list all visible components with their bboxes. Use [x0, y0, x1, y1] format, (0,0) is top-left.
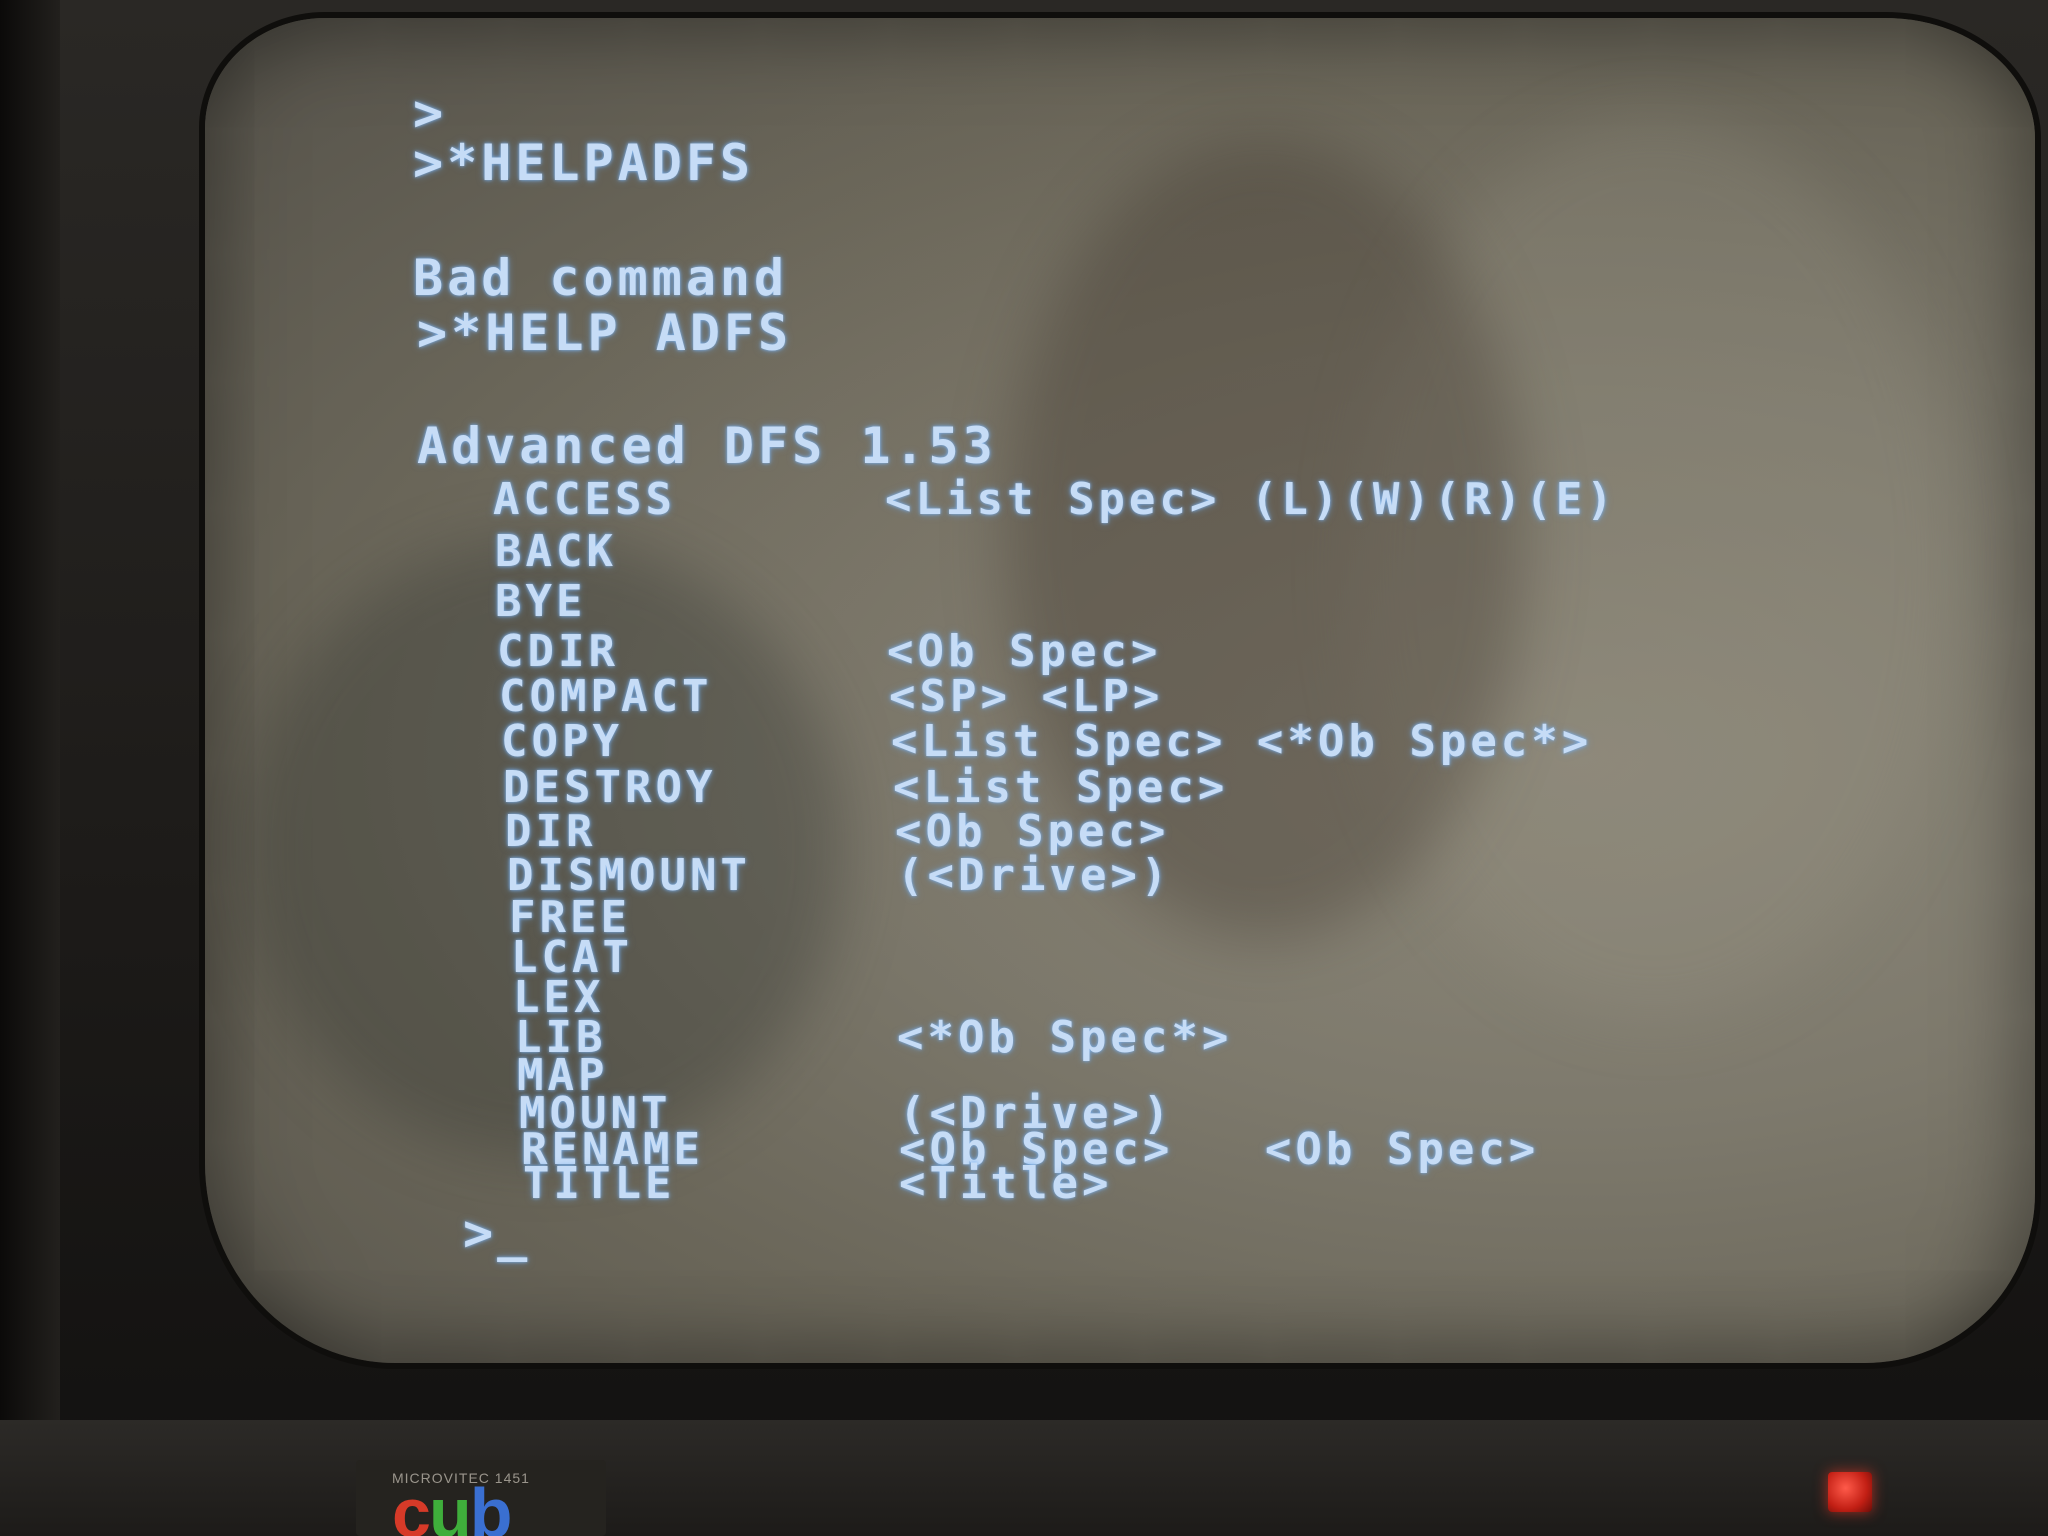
- error-message: Bad command: [413, 249, 789, 307]
- brand-logo-text: cub: [392, 1474, 512, 1536]
- photo-stage: > >*HELPADFS Bad command >*HELP ADFS Adv…: [0, 0, 2048, 1536]
- crt-screen: > >*HELPADFS Bad command >*HELP ADFS Adv…: [205, 18, 2035, 1363]
- command-name: TITLE: [523, 1158, 676, 1209]
- command-args: <SP> <LP>: [889, 671, 1164, 722]
- command-args: <List Spec>: [893, 762, 1229, 813]
- bezel-shadow: [0, 0, 60, 1536]
- command-line-helpadfs: >*HELPADFS: [413, 134, 755, 192]
- command-name: CDIR: [497, 626, 619, 677]
- prompt-line: >: [413, 84, 448, 142]
- command-prompt-cursor[interactable]: >_: [463, 1208, 531, 1258]
- command-name: ACCESS: [493, 474, 676, 525]
- command-args: <Ob Spec>: [895, 806, 1170, 857]
- command-name: BACK: [495, 526, 617, 577]
- command-name: BYE: [495, 576, 587, 627]
- command-args: <List Spec> (L)(W)(R)(E): [885, 474, 1617, 525]
- command-line-help-adfs: >*HELP ADFS: [417, 304, 793, 362]
- command-name: DIR: [505, 806, 597, 857]
- command-args: <Ob Spec>: [887, 626, 1162, 677]
- command-name: COMPACT: [499, 671, 713, 722]
- monitor-front-panel: [0, 1420, 2048, 1536]
- command-name: COPY: [501, 716, 623, 767]
- command-name: DESTROY: [503, 762, 717, 813]
- terminal-output: > >*HELPADFS Bad command >*HELP ADFS Adv…: [205, 18, 2035, 1363]
- power-led-icon: [1828, 1472, 1872, 1512]
- help-header: Advanced DFS 1.53: [417, 417, 997, 475]
- command-args: <List Spec> <*Ob Spec*>: [891, 716, 1593, 767]
- command-args: (<Drive>): [897, 850, 1172, 901]
- command-args: <*Ob Spec*>: [897, 1012, 1233, 1063]
- command-args: <Title>: [899, 1158, 1113, 1209]
